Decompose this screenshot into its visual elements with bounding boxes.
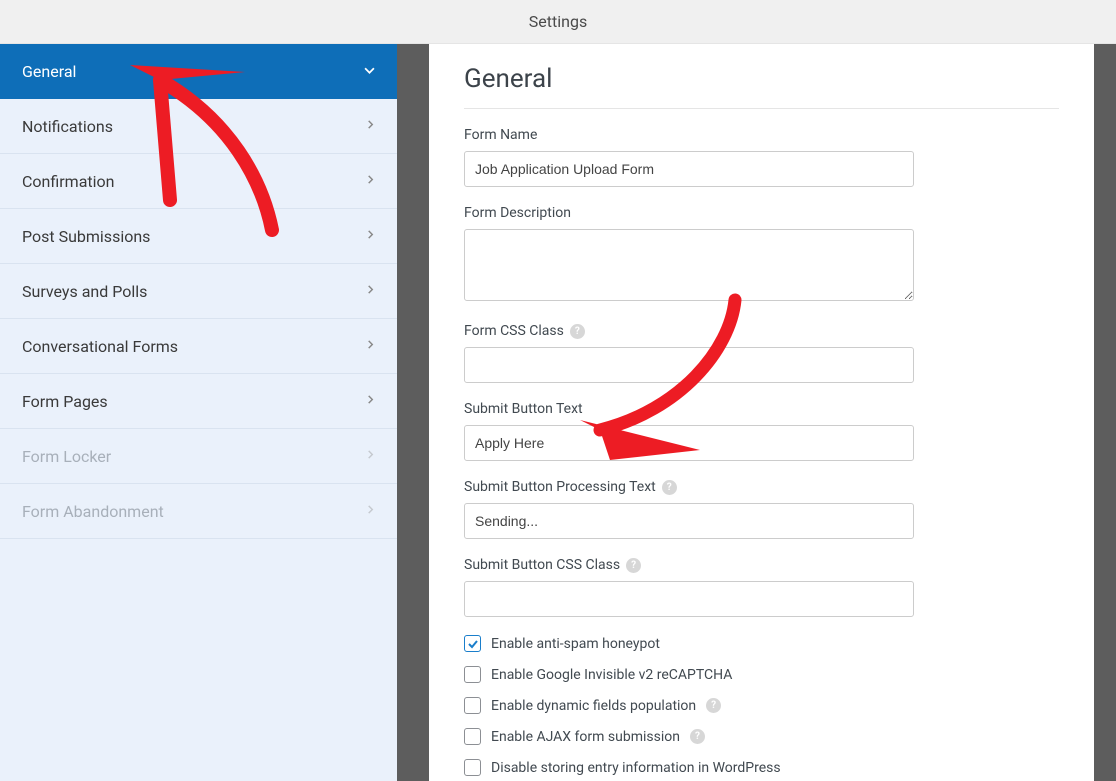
submit-button-text-label: Submit Button Text [464, 401, 1059, 417]
sidebar-item-label: Form Pages [22, 392, 108, 411]
checkbox-label: Disable storing entry information in Wor… [491, 760, 781, 776]
field-form-description: Form Description [464, 205, 1059, 305]
checkbox-icon [464, 635, 481, 652]
checkbox-label: Enable Google Invisible v2 reCAPTCHA [491, 667, 732, 683]
divider-column [397, 44, 429, 781]
form-css-class-input[interactable] [464, 347, 914, 383]
field-form-css-class: Form CSS Class ? [464, 323, 1059, 383]
submit-button-css-label: Submit Button CSS Class [464, 557, 620, 573]
sidebar-item-label: Conversational Forms [22, 337, 178, 356]
chevron-down-icon [364, 64, 375, 80]
form-name-input[interactable] [464, 151, 914, 187]
submit-button-processing-input[interactable] [464, 503, 914, 539]
checkbox-label: Enable dynamic fields population [491, 698, 696, 714]
form-name-label: Form Name [464, 127, 1059, 143]
field-submit-button-css: Submit Button CSS Class ? [464, 557, 1059, 617]
sidebar-item-label: Notifications [22, 117, 113, 136]
submit-button-text-input[interactable] [464, 425, 914, 461]
sidebar-item-general[interactable]: General [0, 44, 397, 99]
chevron-right-icon [366, 338, 375, 354]
submit-button-css-input[interactable] [464, 581, 914, 617]
sidebar-item-label: Form Locker [22, 447, 111, 466]
chevron-right-icon [366, 393, 375, 409]
help-icon[interactable]: ? [690, 729, 705, 744]
form-description-label: Form Description [464, 205, 1059, 221]
settings-sidebar: General Notifications Confirmation Post … [0, 44, 397, 781]
sidebar-item-form-locker[interactable]: Form Locker [0, 429, 397, 484]
checkbox-disable-storing[interactable]: Disable storing entry information in Wor… [464, 759, 1059, 776]
help-icon[interactable]: ? [626, 558, 641, 573]
form-description-input[interactable] [464, 229, 914, 301]
checkbox-icon [464, 666, 481, 683]
checkbox-icon [464, 697, 481, 714]
checkbox-label: Enable AJAX form submission [491, 729, 680, 745]
right-edge [1094, 44, 1116, 781]
checkbox-ajax[interactable]: Enable AJAX form submission ? [464, 728, 1059, 745]
header-title: Settings [529, 12, 587, 31]
page-title: General [464, 64, 1059, 109]
chevron-right-icon [366, 118, 375, 134]
chevron-right-icon [366, 448, 375, 464]
field-submit-button-text: Submit Button Text [464, 401, 1059, 461]
form-css-class-label: Form CSS Class [464, 323, 564, 339]
chevron-right-icon [366, 228, 375, 244]
checkbox-dynamic-fields[interactable]: Enable dynamic fields population ? [464, 697, 1059, 714]
submit-button-processing-label: Submit Button Processing Text [464, 479, 656, 495]
help-icon[interactable]: ? [570, 324, 585, 339]
sidebar-item-label: Surveys and Polls [22, 282, 147, 301]
checkbox-icon [464, 759, 481, 776]
content-wrapper: General Form Name Form Description Form … [429, 44, 1116, 781]
field-form-name: Form Name [464, 127, 1059, 187]
checkbox-recaptcha[interactable]: Enable Google Invisible v2 reCAPTCHA [464, 666, 1059, 683]
settings-panel: General Form Name Form Description Form … [429, 44, 1094, 781]
chevron-right-icon [366, 503, 375, 519]
help-icon[interactable]: ? [706, 698, 721, 713]
sidebar-item-surveys-polls[interactable]: Surveys and Polls [0, 264, 397, 319]
sidebar-item-notifications[interactable]: Notifications [0, 99, 397, 154]
sidebar-item-label: Confirmation [22, 172, 114, 191]
sidebar-item-form-abandonment[interactable]: Form Abandonment [0, 484, 397, 539]
checkbox-icon [464, 728, 481, 745]
chevron-right-icon [366, 173, 375, 189]
settings-header: Settings [0, 0, 1116, 44]
sidebar-item-conversational-forms[interactable]: Conversational Forms [0, 319, 397, 374]
sidebar-item-form-pages[interactable]: Form Pages [0, 374, 397, 429]
checkbox-honeypot[interactable]: Enable anti-spam honeypot [464, 635, 1059, 652]
checkbox-label: Enable anti-spam honeypot [491, 636, 660, 652]
sidebar-item-label: Post Submissions [22, 227, 150, 246]
sidebar-item-label: Form Abandonment [22, 502, 164, 521]
sidebar-item-post-submissions[interactable]: Post Submissions [0, 209, 397, 264]
sidebar-item-label: General [22, 62, 76, 81]
help-icon[interactable]: ? [662, 480, 677, 495]
chevron-right-icon [366, 283, 375, 299]
field-submit-button-processing: Submit Button Processing Text ? [464, 479, 1059, 539]
main-layout: General Notifications Confirmation Post … [0, 44, 1116, 781]
sidebar-item-confirmation[interactable]: Confirmation [0, 154, 397, 209]
